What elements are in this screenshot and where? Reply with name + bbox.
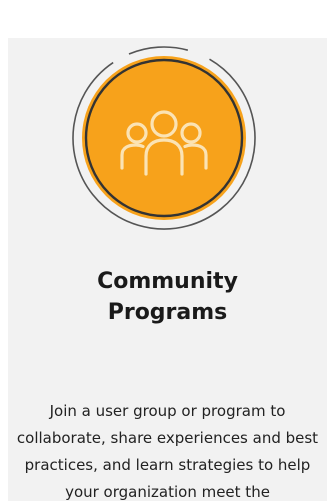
card-title: Community Programs: [8, 266, 327, 328]
card-title-line-1: Community: [97, 269, 238, 294]
community-emblem: [70, 44, 258, 232]
card-title-line-2: Programs: [107, 300, 228, 325]
card-description: Join a user group or program to collabor…: [16, 402, 319, 501]
community-group-icon: [72, 46, 256, 230]
community-programs-card[interactable]: Community Programs Join a user group or …: [8, 38, 327, 501]
